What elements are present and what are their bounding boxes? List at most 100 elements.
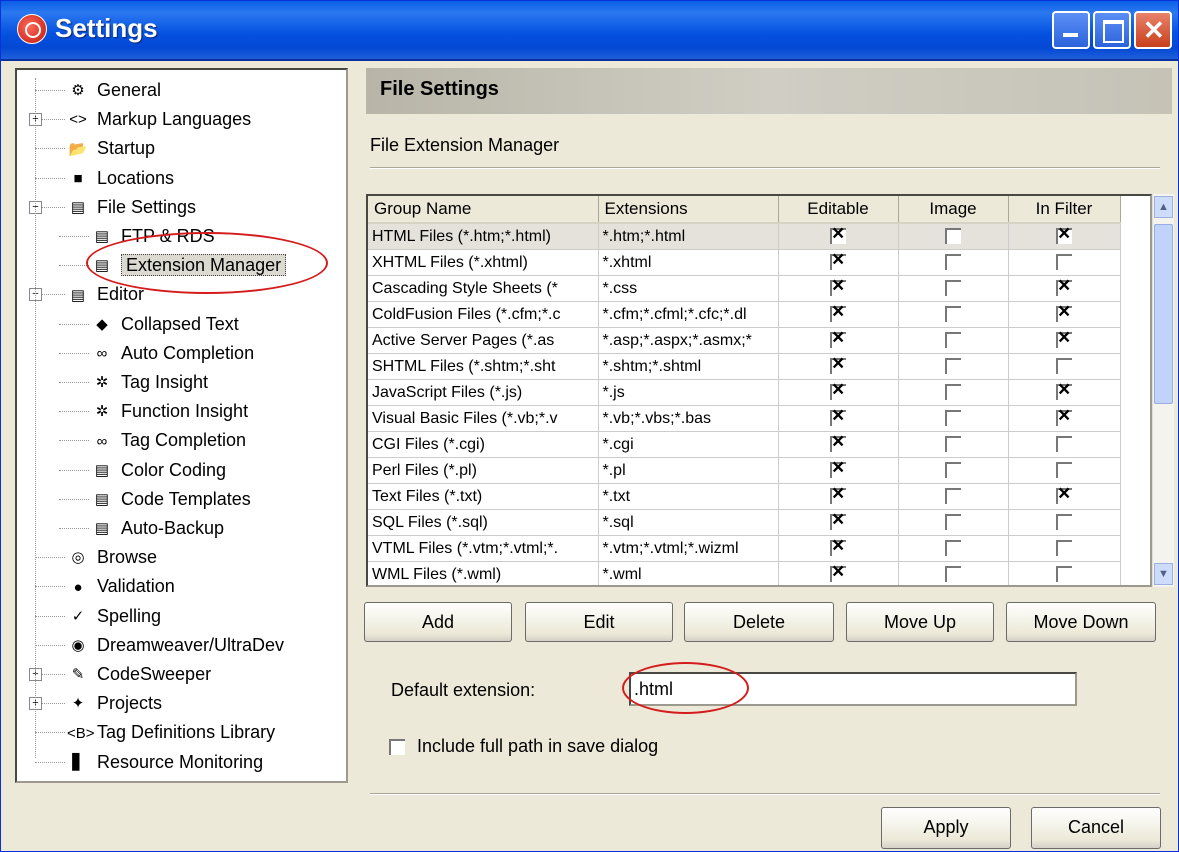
tree-item-function-insight[interactable]: ✲ Function Insight [91,397,248,425]
table-row[interactable]: Active Server Pages (*.as *.asp;*.aspx;*.… [368,327,1121,354]
image-checkbox[interactable] [945,514,961,531]
tree-item-collapsed-text[interactable]: ◆ Collapsed Text [91,310,239,338]
image-checkbox[interactable] [945,436,961,453]
table-row[interactable]: Perl Files (*.pl) *.pl [368,457,1121,484]
image-checkbox[interactable] [945,280,961,297]
image-checkbox[interactable] [945,306,961,323]
table-row[interactable]: WML Files (*.wml) *.wml [368,561,1121,585]
editable-checkbox[interactable] [830,354,846,375]
image-checkbox[interactable] [945,358,961,375]
extension-grid[interactable]: Group Name Extensions Editable Image In Filt… [366,194,1152,587]
tree-item-auto-backup[interactable]: ▤ Auto-Backup [91,514,224,542]
editable-checkbox[interactable] [830,223,846,245]
filter-checkbox[interactable] [1056,276,1072,297]
tree-item-code-templates[interactable]: ▤ Code Templates [91,485,251,513]
cancel-button[interactable]: Cancel [1031,807,1161,849]
tree-item-browse[interactable]: ◎ Browse [67,543,157,571]
scroll-thumb[interactable] [1154,224,1173,404]
tree-item-validation[interactable]: ● Validation [67,572,174,600]
tree-item-tag-definitions-library[interactable]: <B> Tag Definitions Library [67,718,275,746]
filter-checkbox[interactable] [1056,328,1072,349]
image-checkbox[interactable] [945,384,961,401]
table-row[interactable]: HTML Files (*.htm;*.html) *.htm;*.html [368,223,1121,250]
title-bar[interactable]: Settings ✕ [1,1,1178,61]
tree-item-spelling[interactable]: ✓ Spelling [67,602,161,630]
editable-checkbox[interactable] [830,328,846,349]
editable-checkbox[interactable] [830,510,846,531]
table-row[interactable]: ColdFusion Files (*.cfm;*.c *.cfm;*.cfml;… [368,301,1121,328]
filter-checkbox[interactable] [1056,223,1072,245]
tree-item-auto-completion[interactable]: ∞ Auto Completion [91,339,254,367]
edit-button[interactable]: Edit [525,602,673,642]
table-row[interactable]: CGI Files (*.cgi) *.cgi [368,431,1121,458]
settings-tree[interactable]: ⚙ General <> Markup Languages + 📂 Startup ■ Loca… [15,68,348,783]
editable-checkbox[interactable] [830,484,846,505]
column-header[interactable]: Extensions [598,196,779,224]
editable-checkbox[interactable] [830,406,846,427]
move-up-button[interactable]: Move Up [846,602,994,642]
maximize-button[interactable] [1093,11,1131,49]
editable-checkbox[interactable] [830,250,846,271]
image-checkbox[interactable] [945,410,961,427]
filter-checkbox[interactable] [1056,406,1072,427]
filter-checkbox[interactable] [1056,436,1072,453]
column-header[interactable]: Group Name [368,196,599,224]
tree-item-startup[interactable]: 📂 Startup [67,134,155,162]
editable-checkbox[interactable] [830,536,846,557]
scroll-down-icon[interactable]: ▼ [1154,563,1173,585]
close-button[interactable]: ✕ [1134,11,1172,49]
grid-scrollbar[interactable]: ▲ ▼ [1152,194,1174,587]
editable-checkbox[interactable] [830,276,846,297]
image-checkbox[interactable] [945,228,961,245]
table-row[interactable]: Visual Basic Files (*.vb;*.v *.vb;*.vbs;*… [368,405,1121,432]
tree-item-locations[interactable]: ■ Locations [67,164,174,192]
add-button[interactable]: Add [364,602,512,642]
editable-checkbox[interactable] [830,562,846,583]
filter-checkbox[interactable] [1056,462,1072,479]
tree-item-color-coding[interactable]: ▤ Color Coding [91,456,226,484]
filter-checkbox[interactable] [1056,484,1072,505]
apply-button[interactable]: Apply [881,807,1011,849]
move-down-button[interactable]: Move Down [1006,602,1156,642]
filter-checkbox[interactable] [1056,540,1072,557]
filter-checkbox[interactable] [1056,302,1072,323]
tree-item-file-settings[interactable]: ▤ File Settings [67,193,196,221]
tree-item-projects[interactable]: ✦ Projects [67,689,162,717]
filter-checkbox[interactable] [1056,380,1072,401]
table-row[interactable]: XHTML Files (*.xhtml) *.xhtml [368,249,1121,276]
filter-checkbox[interactable] [1056,254,1072,271]
scroll-up-icon[interactable]: ▲ [1154,196,1173,218]
editable-checkbox[interactable] [830,458,846,479]
tree-item-markup-languages[interactable]: <> Markup Languages [67,105,251,133]
table-row[interactable]: JavaScript Files (*.js) *.js [368,379,1121,406]
image-checkbox[interactable] [945,462,961,479]
tree-item-general[interactable]: ⚙ General [67,76,161,104]
filter-checkbox[interactable] [1056,566,1072,583]
column-header[interactable]: Editable [778,196,899,224]
image-checkbox[interactable] [945,488,961,505]
tree-item-codesweeper[interactable]: ✎ CodeSweeper [67,660,211,688]
table-row[interactable]: SQL Files (*.sql) *.sql [368,509,1121,536]
table-row[interactable]: Text Files (*.txt) *.txt [368,483,1121,510]
image-checkbox[interactable] [945,540,961,557]
table-row[interactable]: SHTML Files (*.shtm;*.sht *.shtm;*.shtml [368,353,1121,380]
column-header[interactable]: Image [898,196,1009,224]
image-checkbox[interactable] [945,254,961,271]
table-row[interactable]: VTML Files (*.vtm;*.vtml;*. *.vtm;*.vtml;… [368,535,1121,562]
tree-item-dreamweaver-ultradev[interactable]: ◉ Dreamweaver/UltraDev [67,631,284,659]
editable-checkbox[interactable] [830,380,846,401]
editable-checkbox[interactable] [830,432,846,453]
column-header[interactable]: In Filter [1008,196,1121,224]
tree-item-tag-insight[interactable]: ✲ Tag Insight [91,368,208,396]
image-checkbox[interactable] [945,566,961,583]
editable-checkbox[interactable] [830,302,846,323]
include-path-checkbox[interactable] [389,739,405,755]
delete-button[interactable]: Delete [684,602,834,642]
filter-checkbox[interactable] [1056,358,1072,375]
tree-item-tag-completion[interactable]: ∞ Tag Completion [91,426,246,454]
table-row[interactable]: Cascading Style Sheets (* *.css [368,275,1121,302]
filter-checkbox[interactable] [1056,514,1072,531]
image-checkbox[interactable] [945,332,961,349]
minimize-button[interactable] [1052,11,1090,49]
tree-item-resource-monitoring[interactable]: ▋ Resource Monitoring [67,748,263,776]
